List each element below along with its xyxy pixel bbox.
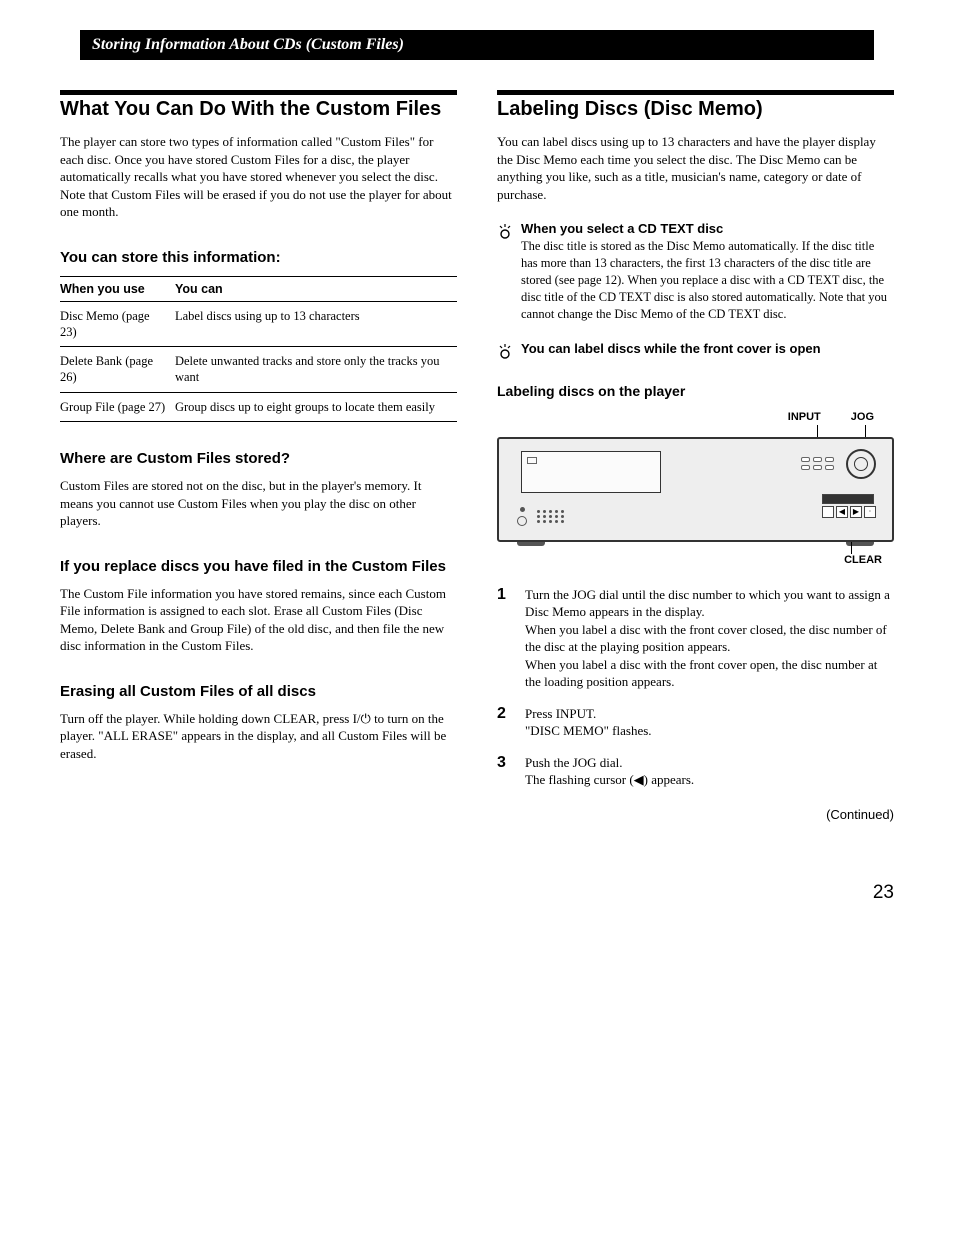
store-info-heading: You can store this information: (60, 249, 457, 266)
where-stored-heading: Where are Custom Files stored? (60, 450, 457, 467)
device-figure: INPUT JOG (497, 411, 894, 566)
step-body: Press INPUT."DISC MEMO" flashes. (525, 705, 894, 740)
tip-cd-text: When you select a CD TEXT disc The disc … (497, 221, 894, 322)
table-row: Delete Bank (page 26) Delete unwanted tr… (60, 347, 457, 393)
cell-use: Disc Memo (page 23) (60, 301, 175, 347)
figure-label-clear: CLEAR (497, 554, 894, 566)
step-item: 1 Turn the JOG dial until the disc numbe… (497, 586, 894, 691)
tip-title: When you select a CD TEXT disc (521, 221, 894, 236)
cell-use: Delete Bank (page 26) (60, 347, 175, 393)
table-row: Disc Memo (page 23) Label discs using up… (60, 301, 457, 347)
th-when-you-use: When you use (60, 276, 175, 301)
labeling-intro: You can label discs using up to 13 chara… (497, 133, 894, 203)
section-heading-labeling: Labeling Discs (Disc Memo) (497, 97, 894, 121)
right-column: Labeling Discs (Disc Memo) You can label… (497, 90, 894, 822)
labeling-on-player-heading: Labeling discs on the player (497, 383, 894, 399)
where-stored-body: Custom Files are stored not on the disc,… (60, 477, 457, 530)
cell-can: Delete unwanted tracks and store only th… (175, 347, 457, 393)
tip-icon (497, 221, 513, 322)
cell-can: Label discs using up to 13 characters (175, 301, 457, 347)
page-number: 23 (60, 882, 894, 904)
step-number: 2 (497, 705, 511, 740)
th-you-can: You can (175, 276, 457, 301)
replace-discs-heading: If you replace discs you have filed in t… (60, 558, 457, 575)
cell-use: Group File (page 27) (60, 392, 175, 421)
table-row: Group File (page 27) Group discs up to e… (60, 392, 457, 421)
custom-files-table: When you use You can Disc Memo (page 23)… (60, 276, 457, 422)
tip-front-cover-open: You can label discs while the front cove… (497, 341, 894, 363)
device-illustration: ◀▶· (497, 437, 894, 542)
step-body: Turn the JOG dial until the disc number … (525, 586, 894, 691)
continued-label: (Continued) (497, 807, 894, 822)
step-body: Push the JOG dial.The flashing cursor (◀… (525, 754, 894, 789)
step-number: 1 (497, 586, 511, 691)
step-number: 3 (497, 754, 511, 789)
step-item: 3 Push the JOG dial.The flashing cursor … (497, 754, 894, 789)
tip-title: You can label discs while the front cove… (521, 341, 894, 356)
intro-paragraph: The player can store two types of inform… (60, 133, 457, 221)
section-rule (497, 90, 894, 95)
left-column: What You Can Do With the Custom Files Th… (60, 90, 457, 822)
tip-icon (497, 341, 513, 363)
cell-can: Group discs up to eight groups to locate… (175, 392, 457, 421)
steps-list: 1 Turn the JOG dial until the disc numbe… (497, 586, 894, 789)
chapter-header: Storing Information About CDs (Custom Fi… (80, 30, 874, 60)
step-item: 2 Press INPUT."DISC MEMO" flashes. (497, 705, 894, 740)
figure-label-input: INPUT (788, 411, 821, 423)
erase-all-heading: Erasing all Custom Files of all discs (60, 683, 457, 700)
section-heading-custom-files: What You Can Do With the Custom Files (60, 97, 457, 121)
tip-body-text: The disc title is stored as the Disc Mem… (521, 238, 894, 322)
figure-label-jog: JOG (851, 411, 874, 423)
replace-discs-body: The Custom File information you have sto… (60, 585, 457, 655)
erase-all-body: Turn off the player. While holding down … (60, 710, 457, 763)
section-rule (60, 90, 457, 95)
